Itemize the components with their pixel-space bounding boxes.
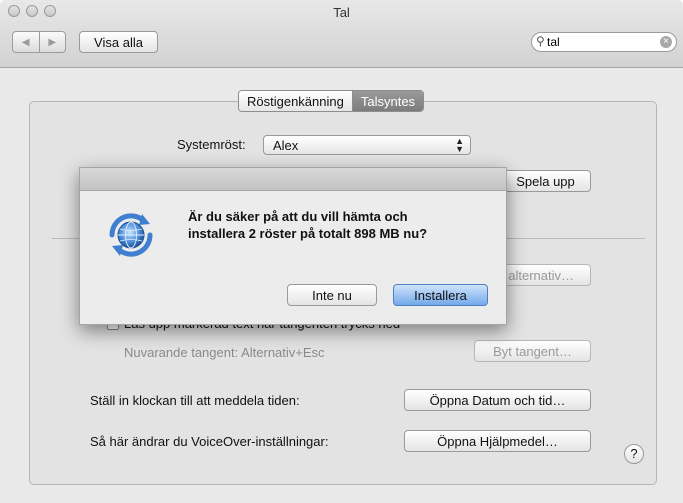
install-button[interactable]: Installera: [393, 284, 488, 306]
back-arrow-icon[interactable]: ◀: [13, 32, 40, 52]
search-input[interactable]: tal: [547, 35, 560, 49]
search-field[interactable]: ⚲ tal ×: [531, 32, 677, 52]
system-voice-label: Systemröst:: [177, 137, 246, 152]
magnifier-icon: ⚲: [536, 34, 545, 48]
not-now-button[interactable]: Inte nu: [287, 284, 377, 306]
open-accessibility-button[interactable]: Öppna Hjälpmedel…: [404, 430, 591, 452]
tab-control: Röstigenkänning Talsyntes: [238, 90, 425, 112]
forward-arrow-icon[interactable]: ▶: [40, 32, 66, 52]
dialog-message-line-2: installera 2 röster på totalt 898 MB nu?: [188, 226, 428, 241]
current-key-label: Nuvarande tangent: Alternativ+Esc: [124, 345, 325, 360]
voice-options-button[interactable]: alternativ…: [500, 264, 591, 286]
open-date-time-button[interactable]: Öppna Datum och tid…: [404, 389, 591, 411]
title-bar: Tal ◀ ▶ Visa alla ⚲ tal ×: [0, 0, 683, 68]
system-voice-popup[interactable]: Alex ▲ ▼: [263, 135, 471, 155]
change-key-button[interactable]: Byt tangent…: [474, 340, 591, 362]
system-preferences-window: Tal ◀ ▶ Visa alla ⚲ tal × Röstigenkännin…: [0, 0, 683, 503]
clock-label: Ställ in klockan till att meddela tiden:: [90, 393, 300, 408]
voiceover-label: Så här ändrar du VoiceOver-inställningar…: [90, 434, 329, 449]
software-update-icon: [109, 213, 153, 257]
tab-text-to-speech[interactable]: Talsyntes: [352, 91, 424, 111]
system-voice-value: Alex: [273, 138, 299, 153]
window-title: Tal: [333, 5, 350, 20]
show-all-button[interactable]: Visa alla: [79, 31, 158, 53]
help-button[interactable]: ?: [624, 444, 644, 464]
tab-dictation[interactable]: Röstigenkänning: [239, 91, 353, 111]
dialog-message: Är du säker på att du vill hämta och ins…: [188, 208, 488, 242]
clear-search-icon[interactable]: ×: [660, 36, 672, 48]
popup-arrows-icon: ▲ ▼: [455, 136, 464, 154]
play-button[interactable]: Spela upp: [500, 170, 591, 192]
dialog-header-bar: [80, 168, 506, 191]
install-voices-dialog: Är du säker på att du vill hämta och ins…: [79, 167, 507, 325]
back-forward-control: ◀ ▶: [12, 31, 66, 53]
dialog-message-line-1: Är du säker på att du vill hämta och: [188, 209, 408, 224]
